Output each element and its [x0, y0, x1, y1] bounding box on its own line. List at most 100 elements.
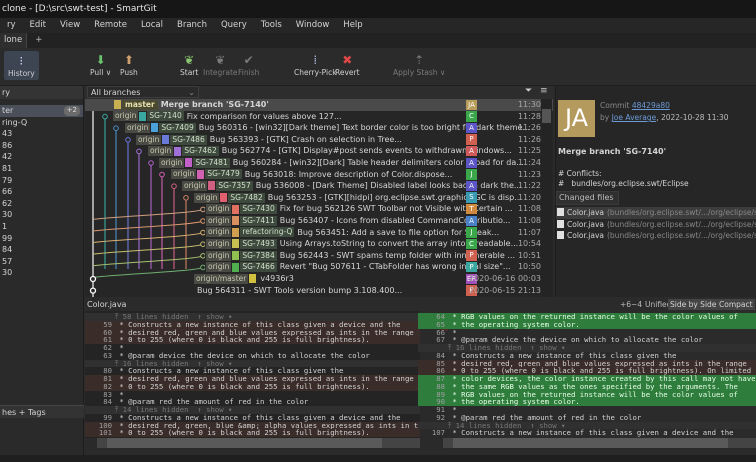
commit-row[interactable]: origin/master v4936r3 ER 2020-06-16 00:03: [85, 273, 553, 285]
menu-item-6[interactable]: Query: [214, 18, 254, 33]
sidebar-branch-item[interactable]: 1: [0, 221, 83, 233]
branch-ref-label[interactable]: SG-7482: [228, 192, 265, 203]
remote-ref-label[interactable]: origin: [206, 250, 232, 261]
menu-item-3[interactable]: Remote: [87, 18, 134, 33]
remote-ref-label[interactable]: origin: [159, 157, 185, 168]
repo-tab[interactable]: lone: [0, 33, 28, 48]
left-diff-pane[interactable]: ⤒ 58 lines hidden ↑ show ▾ 59 * Construct…: [85, 311, 420, 438]
commit-row[interactable]: Bug 564311 - SWT Tools version bump 3.10…: [85, 285, 553, 297]
branch-ref-label[interactable]: SG-7140: [147, 111, 184, 122]
commit-row[interactable]: origin SG-7482 Bug 563253 - [GTK][hidpi] o…: [85, 192, 553, 204]
tag-label[interactable]: v4936r3: [260, 273, 293, 285]
remote-ref-label[interactable]: origin: [206, 262, 232, 273]
side-by-side-button[interactable]: Side by Side: [668, 299, 719, 310]
branch-ref-label[interactable]: SG-7466: [240, 262, 277, 273]
remote-ref-label[interactable]: origin: [113, 111, 139, 122]
commit-row[interactable]: origin SG-7466 Revert "Bug 507611 - CTabFo…: [85, 261, 553, 273]
sidebar-branch-item[interactable]: 42: [0, 151, 83, 163]
remote-ref-label[interactable]: origin: [136, 134, 162, 145]
sidebar-branch-item[interactable]: 66: [0, 186, 83, 198]
branch-ref-label[interactable]: master: [122, 99, 158, 110]
history-button[interactable]: ⁝ History: [4, 51, 39, 80]
filter-icon[interactable]: ⏷: [525, 86, 532, 96]
sidebar-branch-item[interactable]: 99: [0, 233, 83, 245]
finish-button[interactable]: ✔ Finish: [238, 52, 259, 77]
menu-item-2[interactable]: View: [53, 18, 87, 33]
menu-item-7[interactable]: Tools: [254, 18, 289, 33]
menu-item-5[interactable]: Branch: [170, 18, 214, 33]
sidebar-branch-item[interactable]: 30: [0, 267, 83, 279]
changed-file-item[interactable]: Color.java (bundles/org.eclipse.swt/.../o…: [556, 207, 756, 219]
branch-ref-label[interactable]: SG-7462: [182, 146, 219, 157]
sidebar-branch-item[interactable]: 43: [0, 128, 83, 140]
branch-ref-label[interactable]: SG-7384: [240, 250, 277, 261]
graph-scrollbar[interactable]: [541, 99, 552, 297]
cherry-pick-button[interactable]: ⁞ Cherry-Pick: [294, 52, 337, 77]
right-diff-pane[interactable]: 64 * RGB values on the returned instance…: [418, 311, 756, 438]
branches-tags-header[interactable]: hes + Tags: [0, 405, 84, 418]
commit-row[interactable]: origin SG-7140 Fix comparison for values a…: [85, 111, 553, 123]
menu-item-8[interactable]: Window: [289, 18, 337, 33]
remote-ref-label[interactable]: origin: [171, 169, 197, 180]
commit-row[interactable]: origin SG-7409 Bug 560316 - [win32][Dark t…: [85, 122, 553, 134]
sidebar-branch-item[interactable]: 81: [0, 163, 83, 175]
branch-ref-label[interactable]: SG-7409: [159, 122, 196, 133]
sidebar-branch-item[interactable]: 79: [0, 175, 83, 187]
sidebar-branch-item[interactable]: 84: [0, 244, 83, 256]
remote-ref-label[interactable]: origin: [125, 122, 151, 133]
branch-ref-label[interactable]: SG-7357: [216, 180, 253, 191]
sidebar-branch-item[interactable]: 30: [0, 209, 83, 221]
menu-item-9[interactable]: Help: [336, 18, 369, 33]
commit-hash-link[interactable]: 48429a80: [632, 101, 670, 110]
branch-ref-label[interactable]: SG-7493: [240, 238, 277, 249]
commit-row[interactable]: origin SG-7481 Bug 560284 - [win32][Dark] …: [85, 157, 553, 169]
branch-ref-label[interactable]: SG-7479: [205, 169, 242, 180]
commit-row[interactable]: origin SG-7357 Bug 536008 - [Dark Theme] D…: [85, 180, 553, 192]
sidebar-branch-item[interactable]: 86: [0, 140, 83, 152]
changed-file-item[interactable]: Color.java (bundles/org.eclipse.swt/.../o…: [556, 219, 756, 231]
branch-ref-label[interactable]: SG-7481: [193, 157, 230, 168]
menu-item-4[interactable]: Local: [134, 18, 170, 33]
commit-row[interactable]: origin SG-7411 Bug 563407 - Icons from dis…: [85, 215, 553, 227]
changed-file-item[interactable]: Color.java (bundles/org.eclipse.swt/.../o…: [556, 230, 756, 242]
remote-ref-label[interactable]: origin: [194, 192, 220, 203]
left-horizontal-scrollbar[interactable]: [97, 438, 420, 448]
branch-ref-label[interactable]: SG-7430: [240, 204, 277, 215]
remote-ref-label[interactable]: origin: [182, 180, 208, 191]
scroll-thumb[interactable]: [542, 109, 551, 123]
menu-icon[interactable]: ≡: [540, 86, 548, 96]
remote-ref-label[interactable]: origin: [206, 238, 232, 249]
remote-ref-label[interactable]: origin/master: [194, 273, 249, 284]
start-button[interactable]: ❦ Start: [180, 52, 198, 77]
branch-filter-dropdown[interactable]: All branches ⌄: [87, 86, 199, 98]
changed-files-dropdown[interactable]: Changed files ∨: [556, 191, 619, 214]
commit-row[interactable]: origin SG-7462 Bug 562774 - [GTK] Display#…: [85, 145, 553, 157]
push-button[interactable]: ⬆ Push: [120, 52, 138, 77]
compact-button[interactable]: Compact: [717, 299, 755, 310]
commit-row[interactable]: origin refactoring-Q Bug 563451: Add a sav…: [85, 227, 553, 239]
sidebar-branch-item[interactable]: ring-Q: [0, 117, 83, 129]
integrate-button[interactable]: ❦ Integrate: [203, 52, 238, 77]
branch-ref-label[interactable]: SG-7486: [170, 134, 207, 145]
remote-ref-label[interactable]: origin: [206, 204, 232, 215]
sidebar-branch-item[interactable]: ter +2: [0, 105, 83, 117]
revert-button[interactable]: ✖ Revert: [335, 52, 360, 77]
commit-row[interactable]: master Merge branch 'SG-7140' JA 11:30: [85, 99, 553, 111]
sidebar-branch-item[interactable]: 62: [0, 198, 83, 210]
apply-stash-button[interactable]: ⇡ Apply Stash ∨: [393, 52, 445, 77]
right-horizontal-scrollbar[interactable]: [443, 438, 756, 448]
author-link[interactable]: Joe Average: [612, 113, 657, 122]
add-tab-button[interactable]: +: [27, 33, 50, 48]
sidebar-branch-item[interactable]: 57: [0, 256, 83, 268]
branch-ref-label[interactable]: refactoring-Q: [240, 227, 295, 238]
menu-item-1[interactable]: Edit: [23, 18, 53, 33]
commit-row[interactable]: origin SG-7384 Bug 562443 - SWT spams temp…: [85, 250, 553, 262]
remote-ref-label[interactable]: origin: [148, 146, 174, 157]
menu-item-0[interactable]: ry: [0, 18, 23, 33]
remote-ref-label[interactable]: origin: [206, 215, 232, 226]
remote-ref-label[interactable]: origin: [206, 227, 232, 238]
branch-ref-label[interactable]: SG-7411: [240, 215, 277, 226]
commit-row[interactable]: origin SG-7430 Fix for bug 562126 SWT Tool…: [85, 203, 553, 215]
commit-row[interactable]: origin SG-7479 Bug 563018: Improve descrip…: [85, 169, 553, 181]
commit-row[interactable]: origin SG-7493 Using Arrays.toString to co…: [85, 238, 553, 250]
